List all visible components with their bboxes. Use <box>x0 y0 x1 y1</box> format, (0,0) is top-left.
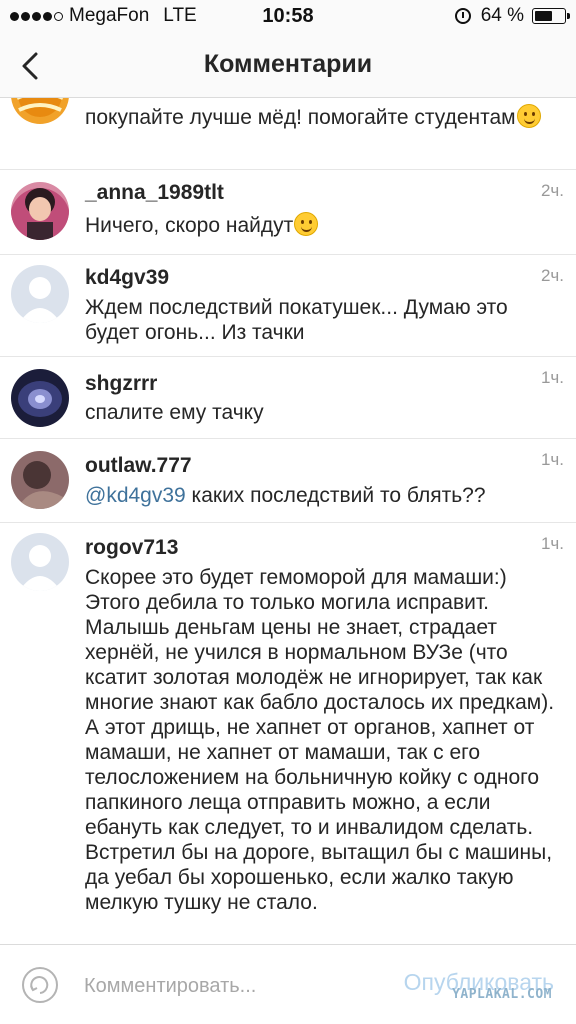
comment-text: Ничего, скоро найдут <box>85 212 555 238</box>
avatar[interactable] <box>11 533 69 591</box>
comment-item: покупайте лучше мёд! помогайте студентам <box>0 98 576 170</box>
comment-username[interactable]: kd4gv39 <box>85 265 169 291</box>
comment-text: Скорее это будет гемоморой для мамаши:) … <box>85 566 555 914</box>
refresh-arrow-icon <box>30 976 49 994</box>
comment-text: @kd4gv39 каких последствий то блять?? <box>85 484 486 507</box>
page-title: Комментарии <box>203 50 373 78</box>
comment-time: 2ч. <box>540 266 564 285</box>
avatar[interactable] <box>11 451 69 509</box>
comment-username[interactable]: _anna_1989tlt <box>85 180 224 206</box>
comment-composer: Опубликовать YAPLAKAL.COM <box>0 944 576 1024</box>
comment-username[interactable]: shgzrrr <box>85 371 157 397</box>
comment-time: 1ч. <box>540 450 564 469</box>
battery-fill <box>535 11 552 21</box>
comment-item: shgzrrr 1ч. спалите ему тачку <box>0 357 576 439</box>
comment-username[interactable]: outlaw.777 <box>85 453 192 479</box>
chevron-left-icon <box>22 52 38 80</box>
reply-icon[interactable] <box>22 967 58 1003</box>
status-left: MegaFon LTE <box>10 5 197 27</box>
back-button[interactable] <box>14 48 50 84</box>
status-bar: MegaFon LTE 10:58 64 % <box>0 0 576 34</box>
alarm-icon <box>454 8 471 24</box>
comment-item: kd4gv39 2ч. Ждем последствий покатушек..… <box>0 255 576 357</box>
nav-bar: Комментарии <box>0 34 576 98</box>
avatar[interactable] <box>11 98 69 124</box>
avatar[interactable] <box>11 369 69 427</box>
comment-time: 1ч. <box>540 368 564 387</box>
comment-item: outlaw.777 1ч. @kd4gv39 каких последстви… <box>0 439 576 523</box>
smile-emoji-icon <box>294 212 319 236</box>
comment-text: спалите ему тачку <box>85 401 264 424</box>
signal-strength-icon <box>10 11 63 21</box>
comment-item: rogov713 1ч. Скорее это будет гемоморой … <box>0 523 576 944</box>
comment-text: Ждем последствий покатушек... Думаю это … <box>85 296 508 344</box>
comment-text: покупайте лучше мёд! помогайте студентам <box>85 104 555 130</box>
avatar[interactable] <box>11 265 69 323</box>
battery-percent: 64 % <box>480 5 524 26</box>
comment-username[interactable]: rogov713 <box>85 535 178 561</box>
mention-link[interactable]: @kd4gv39 <box>85 484 186 507</box>
network-type: LTE <box>163 5 197 26</box>
wink-emoji-icon <box>516 104 541 128</box>
comment-item: _anna_1989tlt 2ч. Ничего, скоро найдут <box>0 170 576 255</box>
comment-time: 1ч. <box>540 534 564 553</box>
avatar[interactable] <box>11 182 69 240</box>
carrier-name: MegaFon <box>69 5 150 26</box>
status-right: 64 % <box>454 5 570 27</box>
comments-list[interactable]: покупайте лучше мёд! помогайте студентам… <box>0 98 576 944</box>
comment-time: 2ч. <box>540 181 564 200</box>
battery-icon <box>532 8 570 24</box>
watermark: YAPLAKAL.COM <box>452 987 552 1002</box>
comment-input[interactable] <box>84 971 364 1001</box>
